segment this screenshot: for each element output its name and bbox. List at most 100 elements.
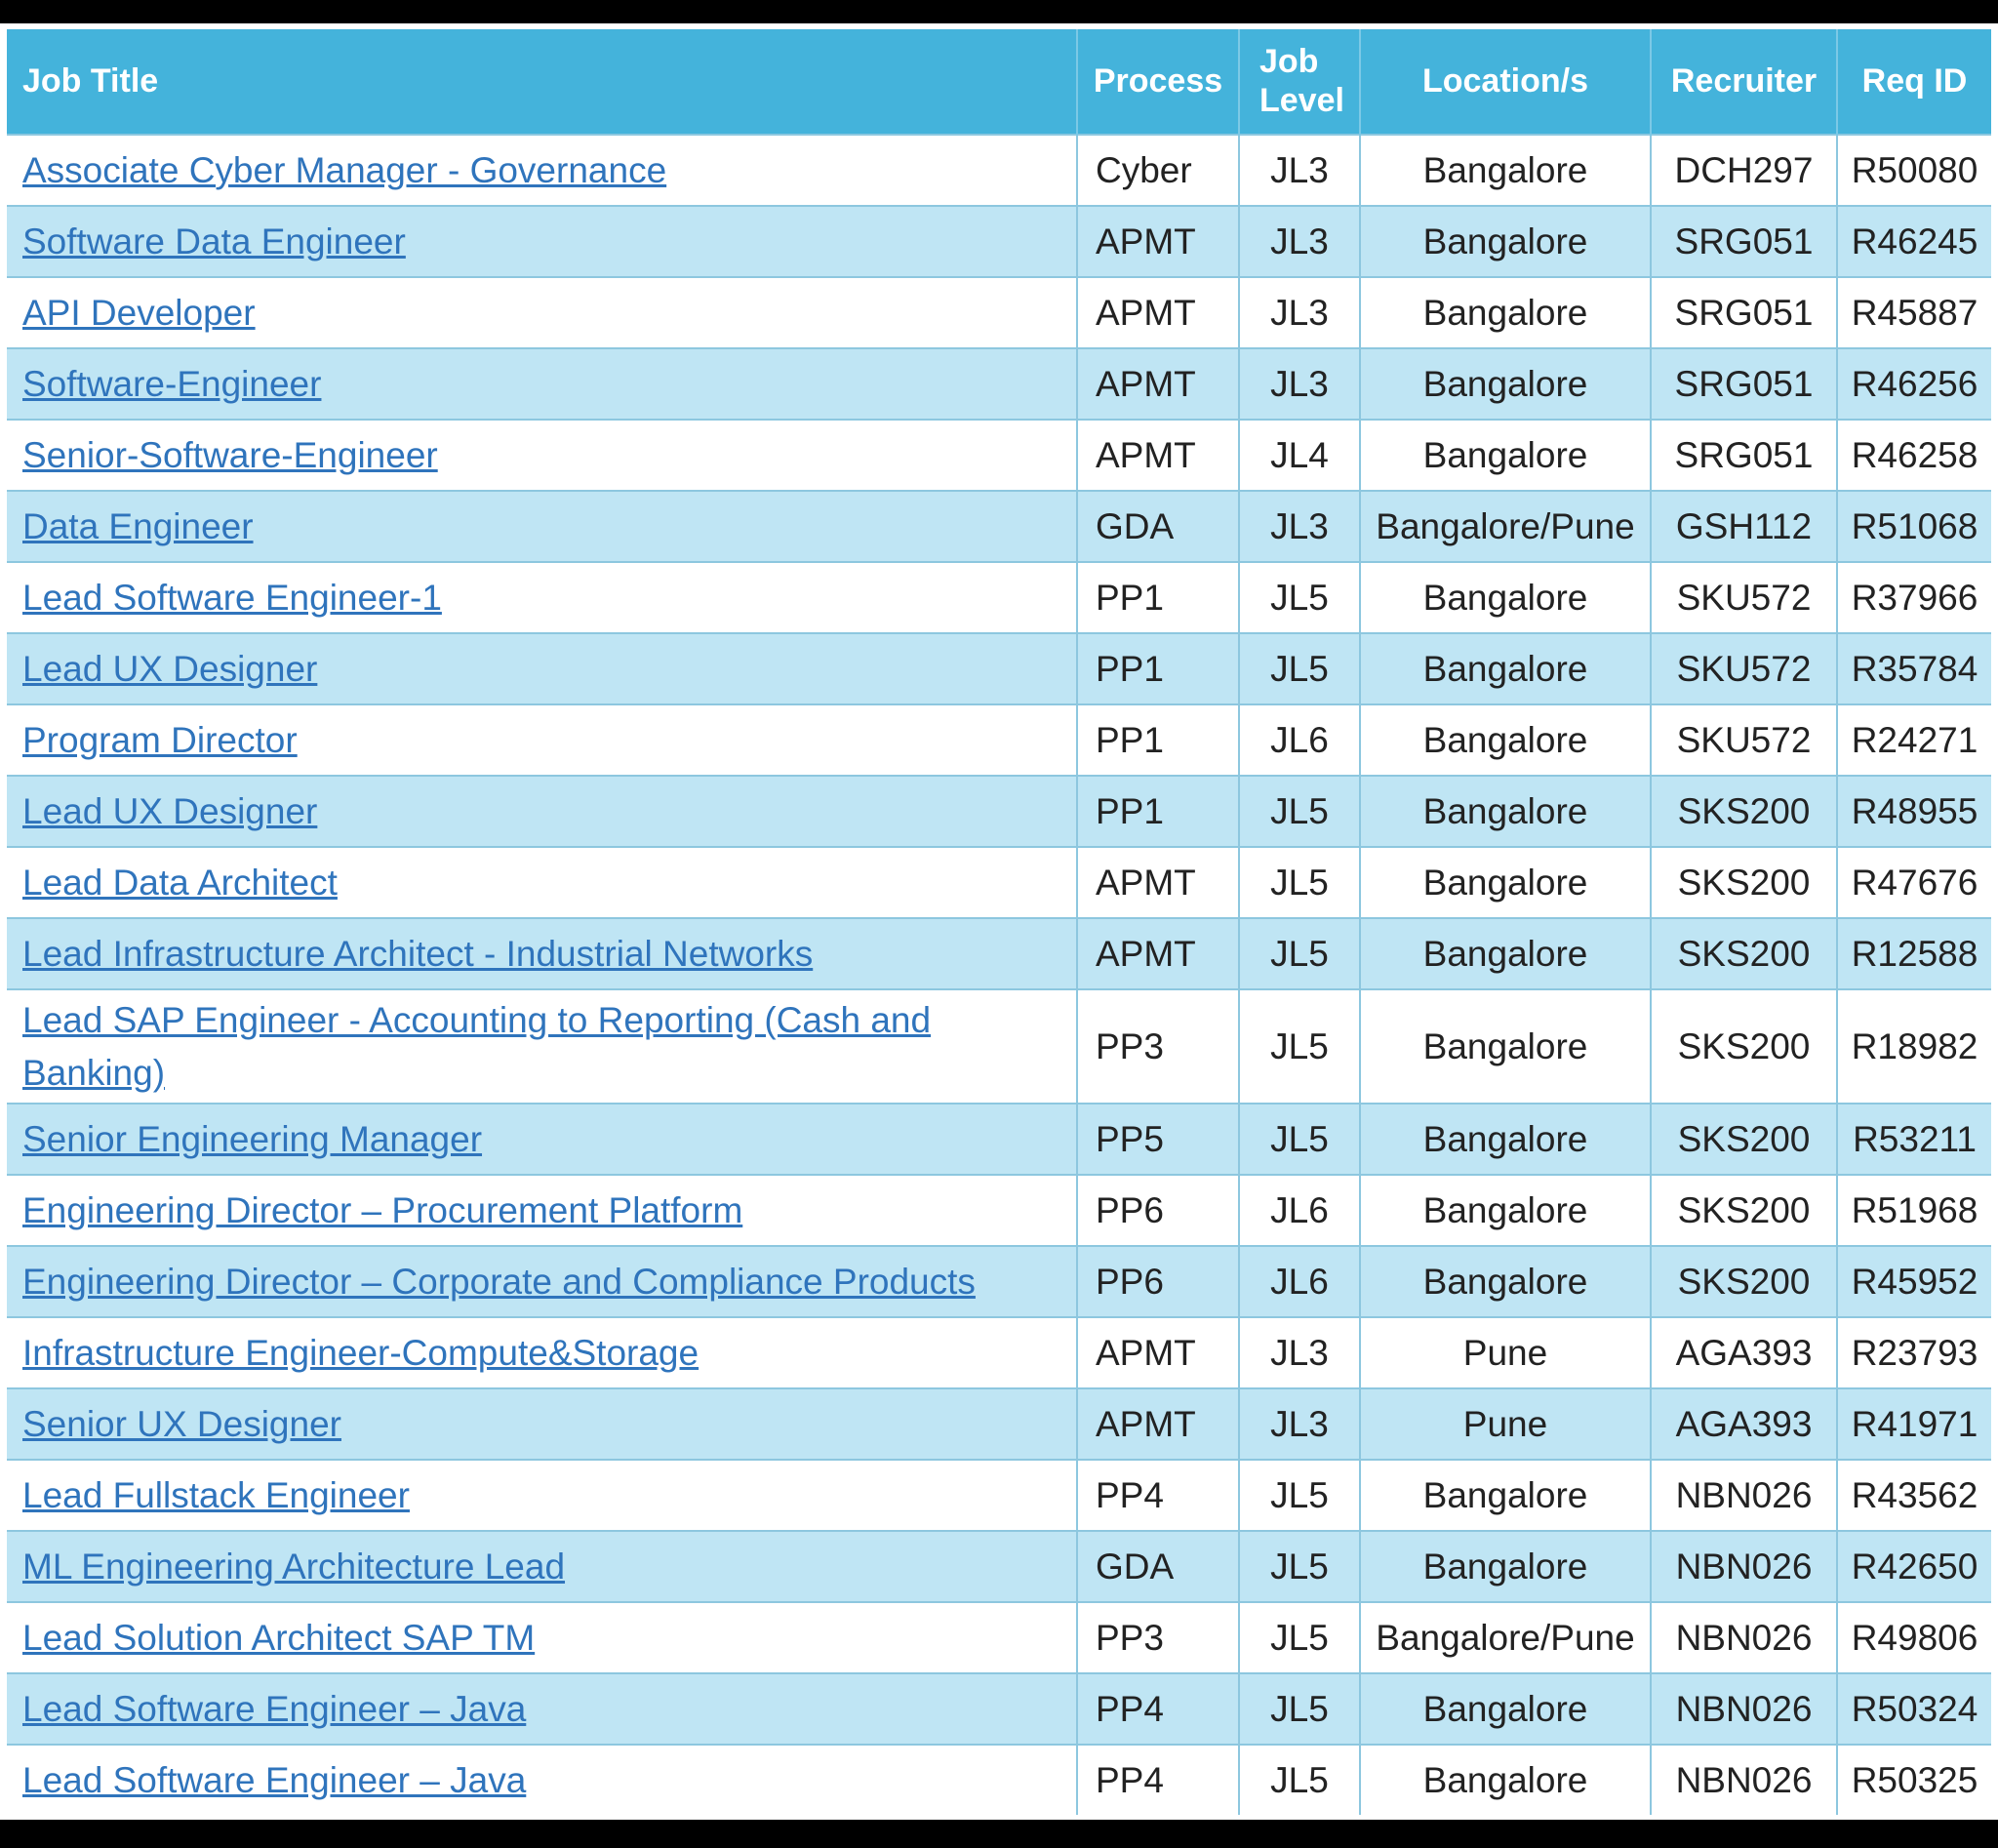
- process-cell: PP4: [1077, 1672, 1240, 1745]
- location-cell: Bangalore: [1360, 1174, 1652, 1246]
- process-cell: PP3: [1077, 1601, 1240, 1673]
- location-cell: Bangalore: [1360, 561, 1652, 633]
- location-cell: Bangalore: [1360, 1744, 1652, 1815]
- job-level-cell: JL5: [1239, 1601, 1361, 1673]
- recruiter-cell: NBN026: [1651, 1530, 1838, 1602]
- job-title-cell: Senior UX Designer: [7, 1387, 1078, 1460]
- job-title-cell: Senior Engineering Manager: [7, 1103, 1078, 1175]
- job-listing-panel: Job Title Process Job Level Location/s R…: [0, 23, 1998, 1820]
- job-title-link[interactable]: Lead Infrastructure Architect - Industri…: [22, 934, 813, 974]
- job-title-link[interactable]: Lead Solution Architect SAP TM: [22, 1618, 535, 1658]
- recruiter-cell: SRG051: [1651, 276, 1838, 348]
- req-id-cell: R50324: [1837, 1672, 1991, 1745]
- recruiter-cell: SKS200: [1651, 1103, 1838, 1175]
- job-title-link[interactable]: Software Data Engineer: [22, 221, 406, 261]
- job-title-cell: Senior-Software-Engineer: [7, 419, 1078, 491]
- job-title-link[interactable]: Infrastructure Engineer-Compute&Storage: [22, 1333, 699, 1373]
- recruiter-cell: SRG051: [1651, 347, 1838, 420]
- location-cell: Bangalore: [1360, 917, 1652, 989]
- job-title-cell: Data Engineer: [7, 490, 1078, 562]
- process-cell: APMT: [1077, 205, 1240, 277]
- process-cell: Cyber: [1077, 134, 1240, 206]
- job-title-link[interactable]: Data Engineer: [22, 506, 254, 546]
- job-level-cell: JL6: [1239, 1245, 1361, 1317]
- location-cell: Bangalore: [1360, 276, 1652, 348]
- job-level-cell: JL6: [1239, 703, 1361, 776]
- req-id-cell: R47676: [1837, 846, 1991, 918]
- recruiter-cell: DCH297: [1651, 134, 1838, 206]
- process-cell: APMT: [1077, 347, 1240, 420]
- job-title-link[interactable]: Senior UX Designer: [22, 1404, 341, 1444]
- location-cell: Bangalore: [1360, 1459, 1652, 1531]
- job-level-cell: JL5: [1239, 1672, 1361, 1745]
- job-level-cell: JL6: [1239, 1174, 1361, 1246]
- table-header: Job Title Process Job Level Location/s R…: [7, 29, 1991, 135]
- job-title-link[interactable]: Lead Data Architect: [22, 863, 338, 903]
- job-title-link[interactable]: Lead Software Engineer – Java: [22, 1689, 526, 1729]
- job-title-link[interactable]: Engineering Director – Procurement Platf…: [22, 1190, 742, 1230]
- header-job-title: Job Title: [7, 29, 1078, 135]
- process-cell: GDA: [1077, 490, 1240, 562]
- job-title-link[interactable]: Engineering Director – Corporate and Com…: [22, 1262, 976, 1302]
- job-level-cell: JL3: [1239, 1387, 1361, 1460]
- location-cell: Bangalore: [1360, 1103, 1652, 1175]
- job-title-link[interactable]: Program Director: [22, 720, 298, 760]
- job-title-link[interactable]: Associate Cyber Manager - Governance: [22, 150, 666, 190]
- req-id-cell: R45952: [1837, 1245, 1991, 1317]
- job-title-link[interactable]: Lead Fullstack Engineer: [22, 1475, 410, 1515]
- header-process: Process: [1077, 29, 1240, 135]
- job-title-link[interactable]: Lead Software Engineer – Java: [22, 1760, 526, 1800]
- job-title-link[interactable]: Lead SAP Engineer - Accounting to Report…: [22, 1000, 931, 1093]
- location-cell: Bangalore: [1360, 988, 1652, 1104]
- recruiter-cell: GSH112: [1651, 490, 1838, 562]
- process-cell: APMT: [1077, 1387, 1240, 1460]
- table-row: Lead Software Engineer – Java PP4 JL5 Banga…: [7, 1744, 1991, 1815]
- recruiter-cell: NBN026: [1651, 1744, 1838, 1815]
- job-title-cell: Software-Engineer: [7, 347, 1078, 420]
- req-id-cell: R50325: [1837, 1744, 1991, 1815]
- process-cell: APMT: [1077, 846, 1240, 918]
- location-cell: Bangalore: [1360, 205, 1652, 277]
- location-cell: Bangalore: [1360, 703, 1652, 776]
- header-job-level: Job Level: [1239, 29, 1361, 135]
- job-title-link[interactable]: Lead Software Engineer-1: [22, 578, 442, 618]
- process-cell: GDA: [1077, 1530, 1240, 1602]
- table-row: Software-Engineer APMT JL3 Bangalore SRG051 R…: [7, 347, 1991, 420]
- job-level-cell: JL5: [1239, 1530, 1361, 1602]
- req-id-cell: R45887: [1837, 276, 1991, 348]
- job-title-link[interactable]: API Developer: [22, 293, 256, 333]
- job-level-cell: JL5: [1239, 1103, 1361, 1175]
- process-cell: APMT: [1077, 1316, 1240, 1388]
- job-title-link[interactable]: Lead UX Designer: [22, 649, 317, 689]
- req-id-cell: R48955: [1837, 775, 1991, 847]
- job-title-cell: Associate Cyber Manager - Governance: [7, 134, 1078, 206]
- job-title-link[interactable]: ML Engineering Architecture Lead: [22, 1547, 565, 1587]
- process-cell: PP6: [1077, 1174, 1240, 1246]
- req-id-cell: R42650: [1837, 1530, 1991, 1602]
- job-title-link[interactable]: Lead UX Designer: [22, 791, 317, 831]
- job-title-cell: Infrastructure Engineer-Compute&Storage: [7, 1316, 1078, 1388]
- job-title-cell: ML Engineering Architecture Lead: [7, 1530, 1078, 1602]
- process-cell: PP4: [1077, 1459, 1240, 1531]
- req-id-cell: R50080: [1837, 134, 1991, 206]
- recruiter-cell: SKU572: [1651, 561, 1838, 633]
- table-row: Engineering Director – Procurement Platf…: [7, 1174, 1991, 1246]
- job-title-link[interactable]: Software-Engineer: [22, 364, 321, 404]
- recruiter-cell: SKS200: [1651, 988, 1838, 1104]
- table-row: Senior UX Designer APMT JL3 Pune AGA393 R4197…: [7, 1387, 1991, 1460]
- req-id-cell: R23793: [1837, 1316, 1991, 1388]
- recruiter-cell: SKS200: [1651, 1245, 1838, 1317]
- location-cell: Bangalore/Pune: [1360, 490, 1652, 562]
- recruiter-cell: SKS200: [1651, 1174, 1838, 1246]
- table-row: Lead Fullstack Engineer PP4 JL5 Bangalore NB…: [7, 1459, 1991, 1531]
- table-row: Lead UX Designer PP1 JL5 Bangalore SKU572 R35…: [7, 632, 1991, 704]
- process-cell: PP4: [1077, 1744, 1240, 1815]
- job-level-cell: JL5: [1239, 846, 1361, 918]
- process-cell: APMT: [1077, 419, 1240, 491]
- location-cell: Bangalore: [1360, 1245, 1652, 1317]
- job-title-link[interactable]: Senior-Software-Engineer: [22, 435, 438, 475]
- table-row: ML Engineering Architecture Lead GDA JL5 Ba…: [7, 1530, 1991, 1602]
- job-title-link[interactable]: Senior Engineering Manager: [22, 1119, 482, 1159]
- location-cell: Bangalore: [1360, 1672, 1652, 1745]
- req-id-cell: R46258: [1837, 419, 1991, 491]
